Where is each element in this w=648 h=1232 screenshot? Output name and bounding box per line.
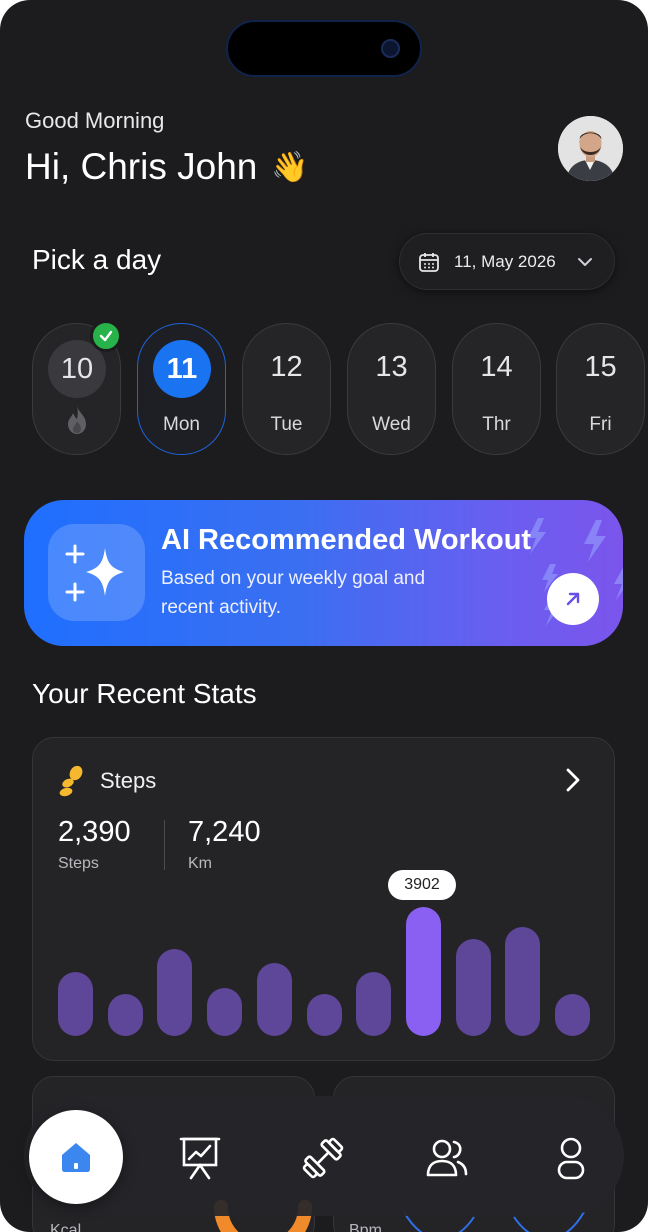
dynamic-island — [226, 20, 422, 77]
day-number: 12 — [270, 351, 303, 383]
nav-home-button[interactable] — [29, 1110, 123, 1204]
nav-community-button[interactable] — [423, 1134, 471, 1182]
day-label: Mon — [163, 414, 200, 435]
steps-metric: 2,390 Steps — [58, 816, 131, 873]
day-label: Thr — [482, 414, 511, 435]
chart-tooltip: 3902 — [388, 870, 456, 900]
chevron-down-icon — [578, 258, 592, 266]
heart-rate-unit: Bpm — [349, 1222, 382, 1232]
completed-check-icon — [90, 320, 122, 352]
day-chip-13[interactable]: 13 Wed — [347, 323, 436, 455]
home-icon — [62, 1143, 90, 1172]
ai-card-open-button[interactable] — [547, 573, 599, 625]
day-chip-15[interactable]: 15 Fri — [556, 323, 645, 455]
ai-sparkle-badge — [48, 524, 145, 621]
metric-divider — [164, 820, 165, 870]
chart-bar[interactable] — [356, 972, 392, 1036]
day-number: 14 — [480, 351, 513, 383]
flame-icon — [68, 406, 86, 434]
chart-bar[interactable] — [157, 949, 193, 1036]
sparkle-icon — [65, 544, 124, 602]
profile-icon — [557, 1137, 585, 1180]
date-picker-button[interactable]: 11, May 2026 — [399, 233, 615, 290]
ai-card-subtitle: Based on your weekly goal and recent act… — [161, 568, 426, 618]
nav-workout-button[interactable] — [299, 1134, 347, 1182]
steps-card-title: Steps — [100, 768, 157, 793]
nav-profile-button[interactable] — [547, 1134, 595, 1182]
day-number: 15 — [584, 351, 617, 383]
distance-value: 7,240 — [188, 816, 261, 848]
users-icon — [426, 1139, 468, 1177]
chart-bar[interactable] — [555, 994, 590, 1036]
chart-bar[interactable] — [58, 972, 93, 1036]
chevron-right-icon[interactable] — [562, 766, 584, 794]
calories-unit: Kcal — [50, 1222, 82, 1232]
presentation-chart-icon — [179, 1137, 221, 1180]
nav-reports-button[interactable] — [176, 1134, 224, 1182]
chart-bar[interactable] — [107, 994, 143, 1036]
ai-recommended-workout-card[interactable]: AI Recommended Workout Based on your wee… — [24, 500, 623, 646]
waving-hand-icon: 👋 — [271, 150, 309, 184]
steps-card[interactable]: Steps 2,390 Steps 7,240 Km 3902 — [32, 737, 615, 1061]
day-label: Wed — [372, 414, 411, 435]
day-label: Tue — [270, 414, 303, 435]
camera-icon — [381, 39, 400, 58]
recent-stats-title: Your Recent Stats — [32, 678, 257, 709]
user-greeting-title: Hi, Chris John 👋 — [25, 146, 309, 188]
avatar-image — [558, 116, 623, 181]
steps-unit: Steps — [58, 855, 99, 872]
distance-metric: 7,240 Km — [188, 816, 261, 873]
footsteps-icon — [59, 765, 83, 797]
chart-bar[interactable] — [405, 907, 441, 1036]
greeting-text: Good Morning — [25, 108, 165, 133]
avatar[interactable] — [558, 116, 623, 181]
day-chip-12[interactable]: 12 Tue — [242, 323, 331, 455]
day-chip-11[interactable]: 11 Mon — [137, 323, 226, 455]
chart-bar[interactable] — [455, 939, 491, 1036]
steps-card-header: Steps — [58, 765, 156, 797]
distance-unit: Km — [188, 855, 212, 872]
day-chip-14[interactable]: 14 Thr — [452, 323, 541, 455]
app-screen: Good Morning Hi, Chris John 👋 Pick a day… — [0, 0, 648, 1232]
ai-card-title: AI Recommended Workout — [161, 524, 532, 556]
day-number: 11 — [153, 340, 211, 398]
chart-bar[interactable] — [505, 927, 541, 1036]
steps-value: 2,390 — [58, 816, 131, 848]
day-label: Fri — [589, 414, 612, 435]
calendar-icon — [419, 252, 439, 272]
arrow-up-right-icon — [566, 592, 580, 606]
user-name: Hi, Chris John — [25, 146, 258, 187]
chart-bar[interactable] — [306, 994, 342, 1036]
dumbbell-icon — [302, 1137, 344, 1179]
day-number: 13 — [375, 351, 408, 383]
chart-bar[interactable] — [256, 963, 292, 1036]
pick-day-title: Pick a day — [32, 244, 162, 275]
chart-bar[interactable] — [207, 988, 243, 1036]
date-label: 11, May 2026 — [454, 251, 556, 271]
